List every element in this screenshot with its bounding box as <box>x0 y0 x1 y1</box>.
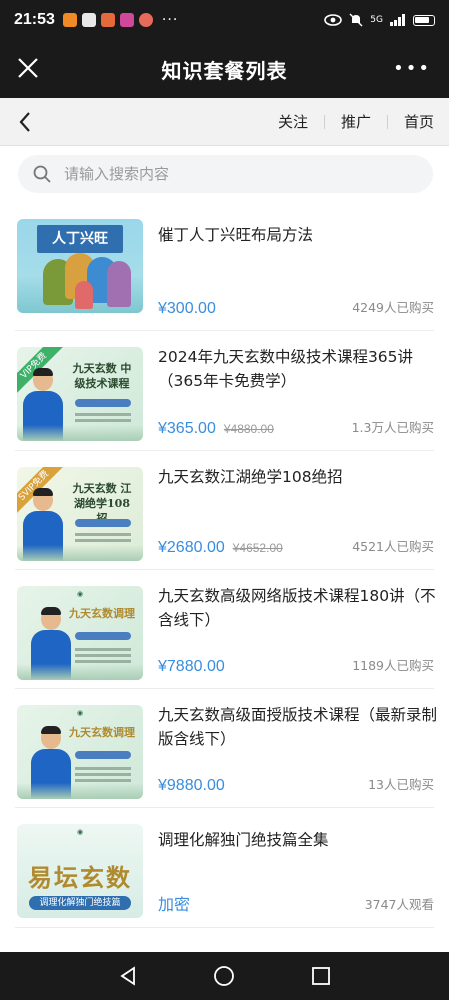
thumbnail-line <box>75 419 131 422</box>
nav-divider <box>323 114 325 129</box>
course-thumbnail: ◉ 九天玄数调理 <box>17 586 143 680</box>
price-row: ¥9880.00 <box>158 777 225 795</box>
course-title: 2024年九天玄数中级技术课程365讲（365年卡免费学） <box>158 348 414 390</box>
thumbnail-line <box>75 648 131 651</box>
course-price: ¥2680.00 <box>158 539 225 556</box>
course-title: 催丁人丁兴旺布局方法 <box>158 226 314 244</box>
family-figure <box>75 281 93 309</box>
course-thumbnail: VIP免费 九天玄数 中级技术课程 <box>17 347 143 441</box>
course-item[interactable]: ◉ 九天玄数调理 九天玄数高级网络版技术课程180讲（不含线下） ¥7880.0… <box>15 570 436 689</box>
course-price: ¥300.00 <box>158 300 216 317</box>
network-label: 5G <box>370 15 383 25</box>
app-notification-icon <box>100 13 115 27</box>
thumbnail-banner-text: 人丁兴旺 <box>37 225 123 253</box>
original-price: ¥4652.00 <box>232 541 283 555</box>
nav-bar: 关注 推广 首页 <box>0 98 449 146</box>
price-row: 加密 <box>158 891 190 915</box>
app-notification-icon <box>62 13 77 27</box>
thumbnail-line <box>75 413 131 416</box>
mute-bell-icon <box>349 13 363 27</box>
thumbnail-line <box>75 773 131 776</box>
system-nav-bar <box>0 952 449 1000</box>
thumbnail-line <box>75 660 131 663</box>
thumbnail-line <box>75 533 131 536</box>
course-title: 九天玄数江湖绝学108绝招 <box>158 468 343 486</box>
search-input[interactable] <box>64 165 404 183</box>
thumbnail-line <box>75 654 131 657</box>
price-row: ¥300.00 <box>158 300 216 318</box>
square-recent-icon[interactable] <box>309 964 333 988</box>
status-bar: 21:53 ··· 5G <box>0 0 449 40</box>
upload-notification-icon <box>81 13 96 27</box>
app-notification-icon <box>119 13 134 27</box>
course-item[interactable]: VIP免费 九天玄数 中级技术课程 2024年九天玄数中级技术课程365讲（36… <box>15 331 434 451</box>
course-price: ¥365.00 <box>158 420 216 437</box>
viewer-count: 3747人观看 <box>364 897 434 912</box>
thumbnail-line <box>75 767 131 770</box>
page-title: 知识套餐列表 <box>161 58 288 83</box>
buyer-count: 13人已购买 <box>368 777 434 792</box>
thumbnail-wave <box>17 545 143 561</box>
battery-icon <box>413 14 435 26</box>
thumbnail-wave <box>17 783 143 799</box>
home-link[interactable]: 首页 <box>404 111 434 132</box>
logo-icon: ◉ <box>76 828 84 836</box>
course-thumbnail: 人丁兴旺 <box>17 219 143 313</box>
thumbnail-pill <box>75 632 131 640</box>
price-row: ¥7880.00 <box>158 658 225 676</box>
course-price: 加密 <box>158 897 191 914</box>
promote-link[interactable]: 推广 <box>341 111 371 132</box>
course-list: 人丁兴旺 催丁人丁兴旺布局方法 ¥300.00 4249人已购买 VIP免费 九… <box>0 203 449 928</box>
circle-home-icon[interactable] <box>212 964 236 988</box>
thumbnail-subtitle: 调理化解独门绝技篇 <box>29 896 131 910</box>
course-title: 九天玄数高级面授版技术课程（最新录制版含线下） <box>158 706 438 748</box>
thumbnail-line <box>75 539 131 542</box>
thumbnail-calligraphy: 九天玄数调理 <box>69 726 135 739</box>
thumbnail-title: 易坛玄数 <box>28 863 132 892</box>
follow-link[interactable]: 关注 <box>278 111 308 132</box>
course-price: ¥7880.00 <box>158 658 225 675</box>
course-price: ¥9880.00 <box>158 777 225 794</box>
search-icon <box>33 165 51 183</box>
course-item[interactable]: SVIP免费 九天玄数 江湖绝学108招 九天玄数江湖绝学108绝招 ¥2680… <box>15 451 434 570</box>
thumbnail-pill <box>75 399 131 407</box>
course-title: 调理化解独门绝技篇全集 <box>158 831 329 849</box>
status-more: ··· <box>161 12 179 28</box>
back-arrow-icon[interactable] <box>14 110 38 134</box>
thumbnail-calligraphy: 九天玄数调理 <box>69 607 135 620</box>
buyer-count: 4249人已购买 <box>352 300 434 315</box>
nav-divider <box>386 114 388 129</box>
price-row: ¥365.00 ¥4880.00 <box>158 420 274 438</box>
thumbnail-wave <box>17 664 143 680</box>
course-item[interactable]: 人丁兴旺 催丁人丁兴旺布局方法 ¥300.00 4249人已购买 <box>15 203 434 331</box>
buyer-count: 1189人已购买 <box>352 658 434 673</box>
thumbnail-pill <box>75 519 131 527</box>
thumbnail-wave <box>17 425 143 441</box>
course-item[interactable]: ◉ 九天玄数调理 九天玄数高级面授版技术课程（最新录制版含线下） ¥9880.0… <box>15 689 437 808</box>
triangle-back-icon[interactable] <box>116 964 140 988</box>
title-bar: 知识套餐列表 ••• <box>0 40 449 98</box>
eye-icon <box>324 14 343 26</box>
search-box[interactable] <box>18 155 433 193</box>
status-time: 21:53 <box>14 11 55 28</box>
thumbnail-pill <box>75 751 131 759</box>
more-icon[interactable]: ••• <box>393 60 431 78</box>
nav-links: 关注 推广 首页 <box>278 111 449 132</box>
course-thumbnail: SVIP免费 九天玄数 江湖绝学108招 <box>17 467 143 561</box>
course-item[interactable]: ◉ 易坛玄数 调理化解独门绝技篇 调理化解独门绝技篇全集 加密 3747人观看 <box>15 808 434 928</box>
signal-icon <box>390 14 405 26</box>
app-notification-icon <box>138 13 153 27</box>
buyer-count: 4521人已购买 <box>352 539 434 554</box>
thumbnail-calligraphy: 九天玄数 中级技术课程 <box>72 362 132 390</box>
thumbnail-line <box>75 779 131 782</box>
close-icon[interactable] <box>14 54 42 82</box>
buyer-count: 1.3万人已购买 <box>351 420 434 435</box>
price-row: ¥2680.00 ¥4652.00 <box>158 539 283 557</box>
family-figure <box>107 261 131 307</box>
course-thumbnail: ◉ 九天玄数调理 <box>17 705 143 799</box>
course-title: 九天玄数高级网络版技术课程180讲（不含线下） <box>158 587 436 629</box>
course-thumbnail: ◉ 易坛玄数 调理化解独门绝技篇 <box>17 824 143 918</box>
status-right: 5G <box>324 13 435 27</box>
original-price: ¥4880.00 <box>223 422 274 436</box>
